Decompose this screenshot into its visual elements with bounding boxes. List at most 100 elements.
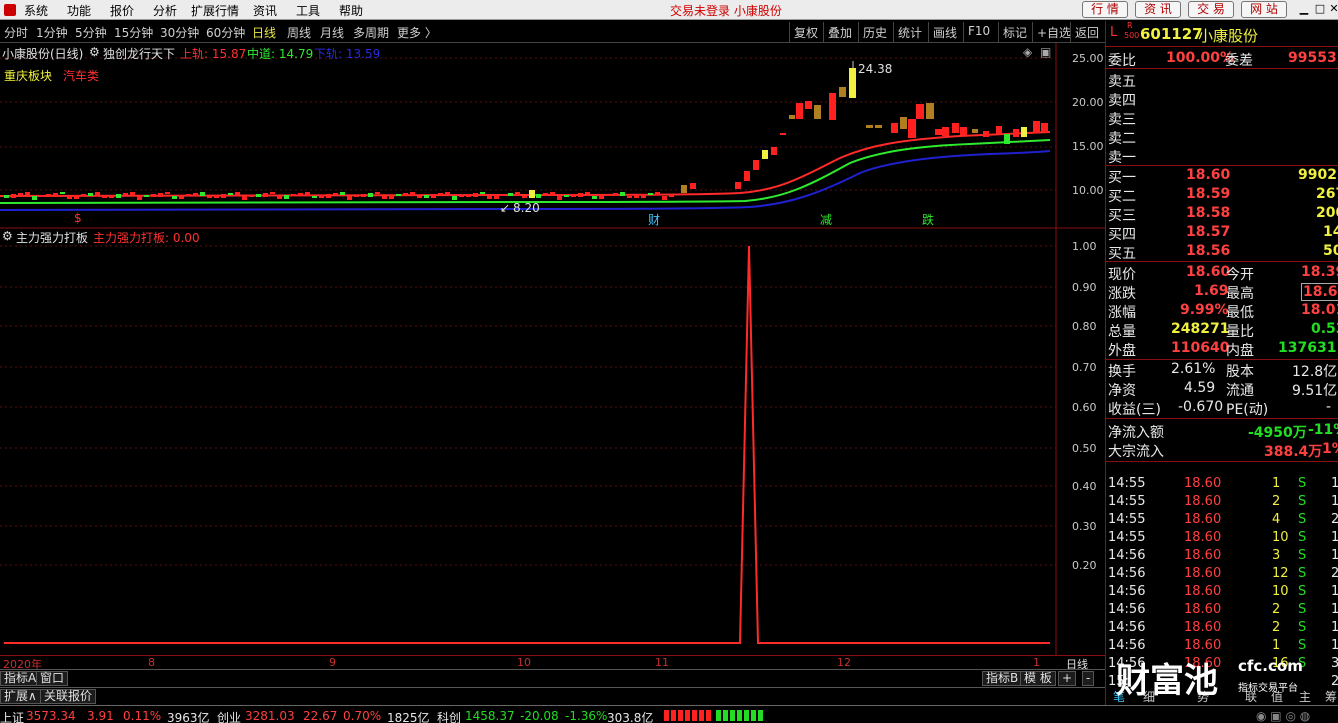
candle (669, 195, 674, 197)
tab-30min[interactable]: 30分钟 (160, 24, 199, 41)
buy-price: 18.56 (1186, 243, 1231, 259)
indicator-chart[interactable]: ⚙ 主力强力打板 主力强力打板: 0.00 1.00 0.90 0.80 0.7… (0, 229, 1105, 655)
tick-p: 18.60 (1184, 548, 1222, 563)
status-icons[interactable]: ◉ ▣ ◎ ◍ (1256, 709, 1310, 723)
trade-button[interactable]: 交 易 (1188, 1, 1234, 18)
indicator-settings-icon[interactable]: ⚙ (89, 45, 100, 59)
stat-row: 净资 4.59 流通 9.51亿 (1106, 379, 1338, 399)
indicator-settings-icon[interactable]: ⚙ (2, 229, 13, 243)
candle (95, 192, 100, 196)
chart-maximize-icon[interactable]: ▣ (1040, 45, 1051, 59)
candle (375, 192, 380, 194)
menu-analysis[interactable]: 分析 (153, 2, 177, 19)
mark-button[interactable]: 标记 (998, 22, 1031, 42)
candle (613, 193, 618, 196)
news-button[interactable]: 资 讯 (1135, 1, 1181, 18)
marker-dollar[interactable]: $ (74, 211, 82, 225)
tab-5min[interactable]: 5分钟 (75, 24, 107, 41)
buy-level[interactable]: 买五 18.56 50 (1106, 242, 1338, 262)
tab-template[interactable]: 模 板 (1020, 671, 1056, 686)
menu-function[interactable]: 功能 (67, 2, 91, 19)
stat-row: 涨跌 1.69 最高 18.60 (1106, 282, 1338, 302)
tab-related-quote[interactable]: 关联报价 (40, 689, 97, 704)
marker-reduce[interactable]: 减 (820, 211, 832, 228)
menu-help[interactable]: 帮助 (339, 2, 363, 19)
tab-monthly[interactable]: 月线 (320, 24, 344, 41)
maximize-icon[interactable]: □ (1313, 2, 1327, 16)
tab-daily[interactable]: 日线 (252, 24, 276, 41)
close-icon[interactable]: ✕ (1327, 2, 1338, 16)
candle (109, 195, 114, 198)
tick-t: 14:55 (1108, 494, 1146, 509)
tab-timeshare[interactable]: 分时 (4, 24, 28, 41)
adjust-button[interactable]: 复权 (789, 22, 822, 42)
tab-60min[interactable]: 60分钟 (206, 24, 245, 41)
indicator-title[interactable]: 主力强力打板 (16, 229, 88, 246)
buy-price: 18.60 (1186, 167, 1231, 183)
tab-extend[interactable]: 扩展∧ (0, 689, 41, 704)
tab-indicator-a[interactable]: 指标A (0, 671, 41, 686)
chart-options-icon[interactable]: ◈ (1023, 45, 1032, 59)
tab-chips[interactable]: 筹 (1325, 688, 1337, 705)
candle (186, 194, 191, 196)
extension-tabs: 扩展∧ 关联报价 (0, 687, 1105, 704)
sell-level: 卖二 (1106, 127, 1338, 147)
menu-news[interactable]: 资讯 (253, 2, 277, 19)
minimize-icon[interactable]: ▁ (1297, 2, 1311, 16)
menu-quote[interactable]: 报价 (110, 2, 134, 19)
weicha-label: 委差 (1225, 53, 1253, 69)
candle (960, 127, 967, 135)
candle (634, 195, 639, 198)
buy-level[interactable]: 买一 18.60 99022 (1106, 166, 1338, 186)
tab-window[interactable]: 窗口 (36, 671, 69, 686)
candle (744, 171, 750, 181)
menu-tools[interactable]: 工具 (296, 2, 320, 19)
tick-s: S (1298, 512, 1307, 527)
sh-index-label[interactable]: 上证 (0, 709, 24, 723)
sell-level: 卖三 (1106, 108, 1338, 128)
zoom-out-button[interactable]: - (1082, 671, 1095, 686)
marker-fall[interactable]: 跌 (922, 211, 934, 228)
y-tick: 1.00 (1072, 240, 1097, 253)
y-tick: 20.00 (1072, 96, 1104, 109)
tab-15min[interactable]: 15分钟 (114, 24, 153, 41)
candle (207, 196, 212, 198)
tick-t: 14:56 (1108, 602, 1146, 617)
stock-name: 小康股份 (1198, 27, 1259, 45)
buy-level[interactable]: 买四 18.57 14 (1106, 223, 1338, 243)
draw-line-button[interactable]: 画线 (928, 22, 961, 42)
add-watchlist-button[interactable]: +自选 (1032, 22, 1075, 42)
marker-finance[interactable]: 财 (648, 211, 660, 228)
tab-indicator-b[interactable]: 指标B (982, 671, 1023, 686)
tick-v: 2 (1272, 494, 1281, 509)
cy-index-label[interactable]: 创业 (217, 709, 241, 723)
block-label-chongqing[interactable]: 重庆板块 (4, 67, 52, 84)
zoom-in-button[interactable]: + (1058, 671, 1077, 686)
quote-button[interactable]: 行 情 (1082, 1, 1128, 18)
candle (172, 196, 177, 199)
candle (557, 196, 562, 200)
menu-system[interactable]: 系统 (24, 2, 48, 19)
menu-extended-quote[interactable]: 扩展行情 (191, 2, 239, 19)
tab-multi-period[interactable]: 多周期 (353, 24, 389, 41)
stats-button[interactable]: 统计 (893, 22, 926, 42)
website-button[interactable]: 网 站 (1241, 1, 1287, 18)
candle (354, 195, 359, 197)
back-button[interactable]: 返回 (1070, 22, 1103, 42)
stat-label: 收益(三) (1108, 402, 1161, 418)
tick-t: 14:56 (1108, 548, 1146, 563)
kc-index-label[interactable]: 科创 (437, 709, 461, 723)
block-label-auto[interactable]: 汽车类 (63, 67, 99, 84)
history-button[interactable]: 历史 (858, 22, 891, 42)
buy-level[interactable]: 买三 18.58 200 (1106, 204, 1338, 224)
buy-level[interactable]: 买二 18.59 267 (1106, 185, 1338, 205)
stat-row: 涨幅 9.99% 最低 18.01 (1106, 301, 1338, 321)
tab-weekly[interactable]: 周线 (287, 24, 311, 41)
tab-more[interactable]: 更多 〉 (397, 24, 437, 41)
f10-button[interactable]: F10 (963, 22, 994, 42)
tab-1min[interactable]: 1分钟 (36, 24, 68, 41)
indicator-name[interactable]: 独创龙行天下 (103, 45, 175, 62)
overlay-button[interactable]: 叠加 (823, 22, 856, 42)
tick-n: 1 (1331, 494, 1338, 509)
kline-chart[interactable]: 小康股份(日线) ⚙ 独创龙行天下 上轨: 15.87 中道: 14.79 下轨… (0, 43, 1105, 229)
